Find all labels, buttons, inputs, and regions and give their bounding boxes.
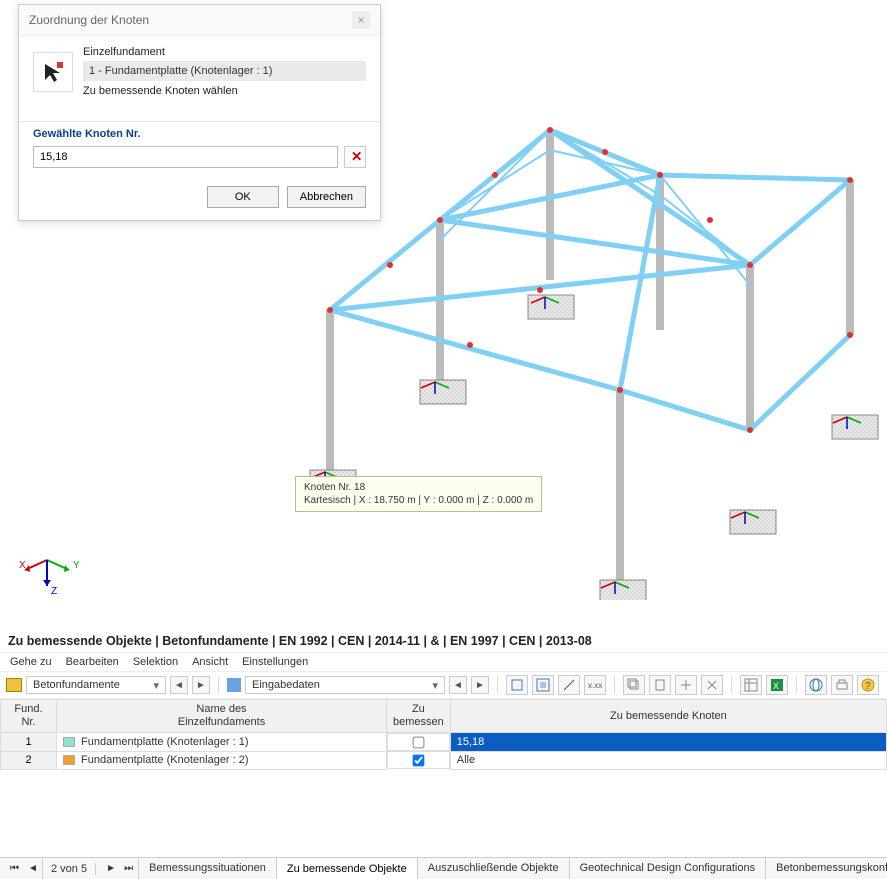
clear-selection-button[interactable]: ✕ — [344, 146, 366, 168]
next-cat-button[interactable]: ► — [192, 676, 210, 694]
foundation-combo[interactable] — [83, 61, 366, 81]
selected-nodes-input[interactable] — [33, 146, 338, 168]
row-design-check[interactable] — [387, 733, 450, 751]
bottom-tabs: ⏮ ◄ 2 von 5 ► ⏭ BemessungssituationenZu … — [0, 857, 887, 879]
svg-text:?: ? — [865, 681, 871, 692]
tool-insert-icon[interactable] — [675, 675, 697, 695]
tool-window-icon[interactable] — [532, 675, 554, 695]
tabs-pager: 2 von 5 — [43, 863, 96, 875]
tab-auszuschließende-objekte[interactable]: Auszuschließende Objekte — [418, 858, 570, 879]
tabs-prev[interactable]: ◄ — [22, 861, 38, 877]
svg-text:X: X — [19, 560, 26, 571]
dialog-title: Zuordnung der Knoten — [29, 13, 149, 27]
single-foundation-label: Einzelfundament — [83, 46, 366, 58]
row-name[interactable]: Fundamentplatte (Knotenlager : 1) — [57, 733, 387, 752]
col-design[interactable]: Zu bemessen — [387, 700, 451, 733]
table-row[interactable]: 2Fundamentplatte (Knotenlager : 2) Alle — [1, 751, 887, 769]
menu-edit[interactable]: Bearbeiten — [66, 656, 119, 668]
svg-text:x.xx: x.xx — [588, 681, 602, 690]
panel-menubar: Gehe zu Bearbeiten Selektion Ansicht Ein… — [0, 652, 887, 672]
row-num: 2 — [1, 751, 57, 769]
node-tooltip: Knoten Nr. 18 Kartesisch | X : 18.750 m … — [295, 476, 542, 512]
panel-title: Zu bemessende Objekte | Betonfundamente … — [0, 630, 887, 652]
dialog-titlebar[interactable]: Zuordnung der Knoten × — [19, 5, 380, 36]
tabs-first[interactable]: ⏮ — [4, 861, 20, 877]
tool-copy-icon[interactable] — [623, 675, 645, 695]
tool-table-icon[interactable] — [740, 675, 762, 695]
col-name[interactable]: Name des Einzelfundaments — [57, 700, 387, 733]
tab-bemessungssituationen[interactable]: Bemessungssituationen — [139, 858, 277, 879]
global-axes-icon: X Y Z — [12, 530, 82, 600]
tool-help-icon[interactable]: ? — [857, 675, 879, 695]
cancel-button[interactable]: Abbrechen — [287, 186, 366, 208]
tab-geotechnical-design-configurations[interactable]: Geotechnical Design Configurations — [570, 858, 767, 879]
tool-print-icon[interactable] — [831, 675, 853, 695]
design-panel: Zu bemessende Objekte | Betonfundamente … — [0, 630, 887, 860]
svg-text:Z: Z — [51, 586, 57, 597]
col-nodes[interactable]: Zu bemessende Knoten — [450, 700, 886, 733]
tool-delete-icon[interactable] — [701, 675, 723, 695]
panel-toolbar: Betonfundamente ◄ ► Eingabedaten ◄ ► x.x… — [0, 672, 887, 699]
pick-cursor-icon — [33, 52, 73, 92]
tool-excel-icon[interactable]: X — [766, 675, 788, 695]
svg-text:X: X — [773, 681, 779, 691]
close-button[interactable]: × — [352, 11, 370, 29]
col-num[interactable]: Fund. Nr. — [1, 700, 57, 733]
row-design-check[interactable] — [387, 751, 450, 769]
svg-text:Y: Y — [73, 560, 80, 571]
foundation-type-icon — [6, 678, 22, 692]
menu-view[interactable]: Ansicht — [192, 656, 228, 668]
tool-paste-icon[interactable] — [649, 675, 671, 695]
tool-measure-icon[interactable] — [558, 675, 580, 695]
next-data-button[interactable]: ► — [471, 676, 489, 694]
category-dropdown[interactable]: Betonfundamente — [26, 676, 166, 694]
menu-goto[interactable]: Gehe zu — [10, 656, 52, 668]
ok-button[interactable]: OK — [207, 186, 279, 208]
prev-cat-button[interactable]: ◄ — [170, 676, 188, 694]
pick-hint: Zu bemessende Knoten wählen — [83, 85, 366, 97]
row-nodes[interactable]: Alle — [450, 751, 886, 769]
menu-settings[interactable]: Einstellungen — [242, 656, 308, 668]
table-row[interactable]: 1Fundamentplatte (Knotenlager : 1) 15,18 — [1, 733, 887, 752]
tool-globe-icon[interactable] — [805, 675, 827, 695]
foundations-table[interactable]: Fund. Nr. Name des Einzelfundaments Zu b… — [0, 699, 887, 770]
row-nodes[interactable]: 15,18 — [450, 733, 886, 752]
tab-betonbemessungskonfigurationen[interactable]: Betonbemessungskonfigurationen — [766, 858, 887, 879]
tabs-next[interactable]: ► — [100, 861, 116, 877]
tool-dimension-icon[interactable]: x.xx — [584, 675, 606, 695]
prev-data-button[interactable]: ◄ — [449, 676, 467, 694]
tool-select-icon[interactable] — [506, 675, 528, 695]
data-dropdown[interactable]: Eingabedaten — [245, 676, 445, 694]
row-name[interactable]: Fundamentplatte (Knotenlager : 2) — [57, 751, 387, 769]
tabs-last[interactable]: ⏭ — [118, 861, 134, 877]
selected-nodes-header: Gewählte Knoten Nr. — [19, 121, 380, 146]
row-num: 1 — [1, 733, 57, 752]
data-icon — [227, 678, 241, 692]
tab-zu-bemessende-objekte[interactable]: Zu bemessende Objekte — [277, 858, 418, 879]
assign-nodes-dialog: Zuordnung der Knoten × Einzelfundament Z… — [18, 4, 381, 221]
menu-selection[interactable]: Selektion — [133, 656, 178, 668]
